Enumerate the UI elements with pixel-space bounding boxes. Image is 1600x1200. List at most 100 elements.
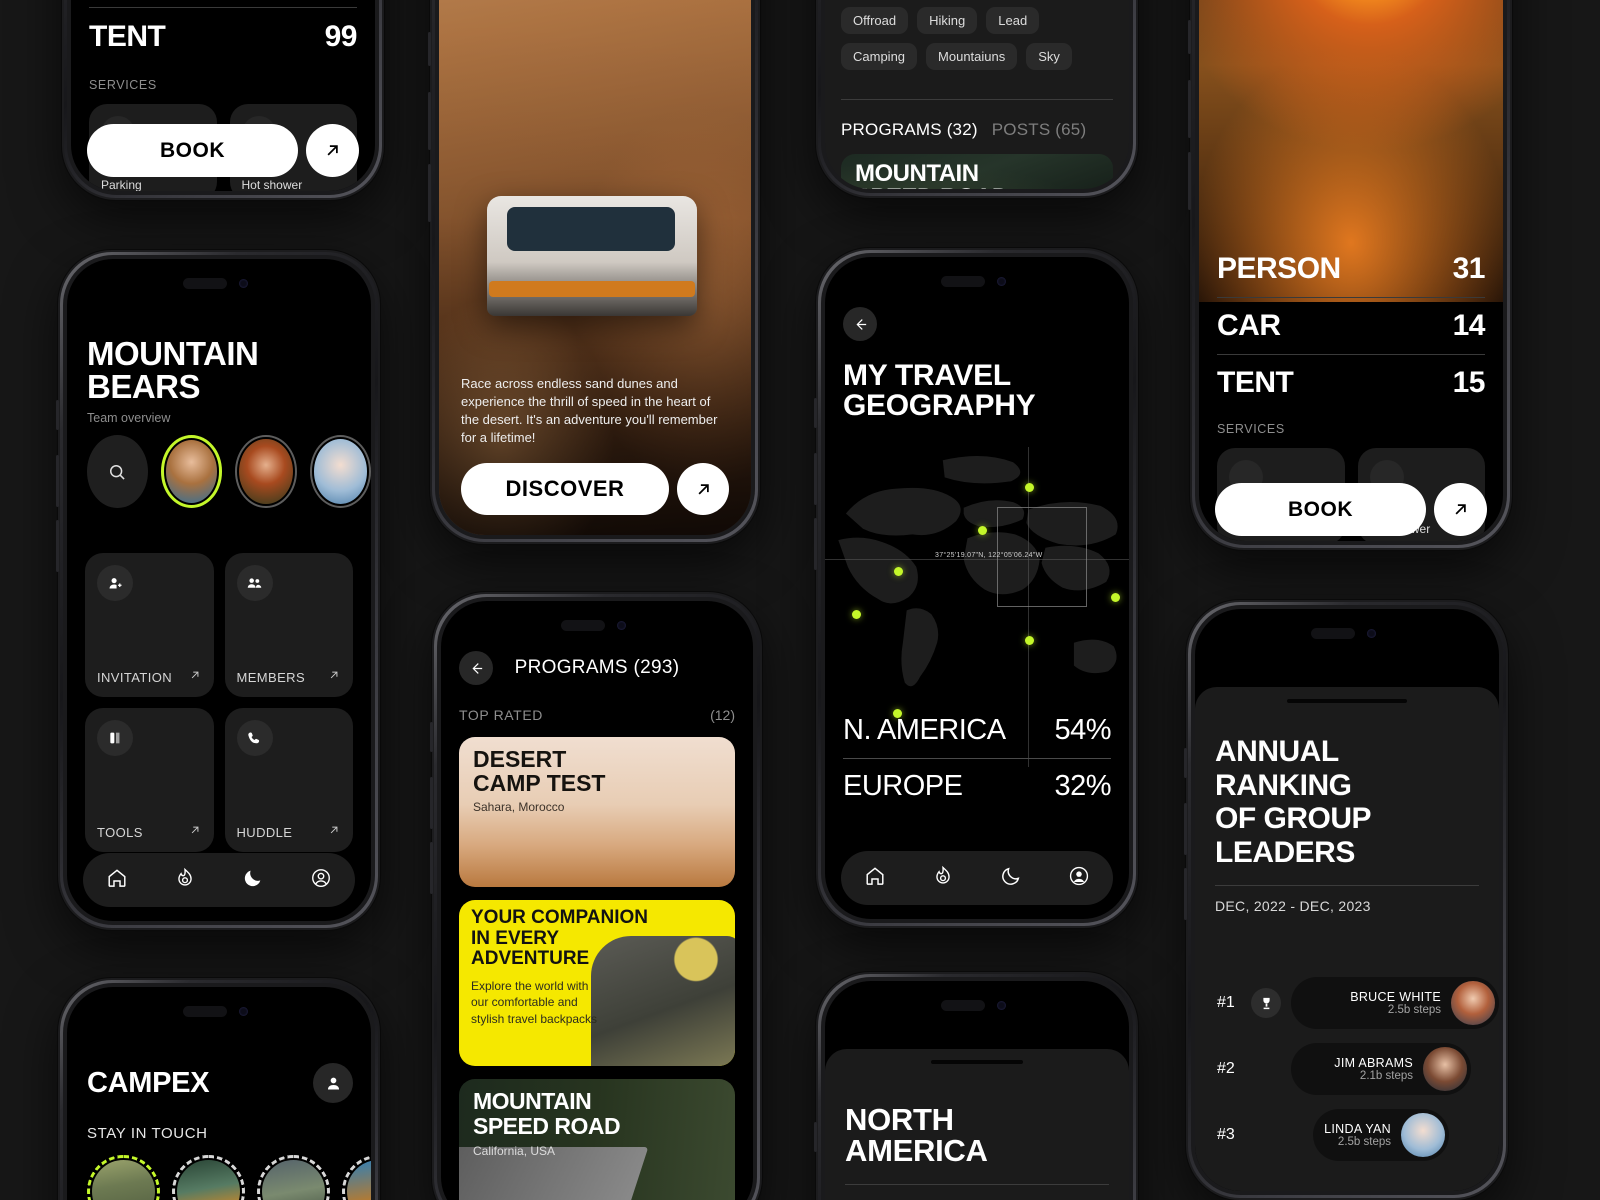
divider bbox=[1217, 297, 1485, 298]
tile-tools[interactable]: TOOLS bbox=[85, 708, 214, 852]
dynamic-island bbox=[934, 992, 1020, 1018]
title-line-3: OF GROUP bbox=[1215, 802, 1372, 836]
map-dot[interactable] bbox=[1025, 483, 1034, 492]
side-button[interactable] bbox=[430, 722, 433, 752]
side-button[interactable] bbox=[1184, 748, 1187, 778]
discover-button[interactable]: DISCOVER bbox=[461, 463, 669, 515]
nav-profile-icon[interactable] bbox=[1068, 865, 1090, 892]
nav-moon-icon[interactable] bbox=[1000, 865, 1022, 892]
arrow-up-right-icon bbox=[327, 823, 341, 842]
stat-value: 31 bbox=[1452, 252, 1486, 285]
section-header: TOP RATED (12) bbox=[459, 707, 735, 723]
volume-down-button[interactable] bbox=[428, 164, 431, 222]
volume-up-button[interactable] bbox=[56, 455, 59, 507]
nav-fire-icon[interactable] bbox=[932, 865, 954, 892]
screen-north-america: NORTH AMERICA 37°25'19.07"N, 122°05'06.2… bbox=[825, 981, 1129, 1200]
arrow-up-right-icon[interactable] bbox=[1434, 483, 1487, 536]
person-add-icon bbox=[97, 565, 133, 601]
card-title-line-2: IN EVERY bbox=[471, 927, 559, 949]
map-dot[interactable] bbox=[1025, 636, 1034, 645]
map-dot[interactable] bbox=[852, 610, 861, 619]
leader-pill[interactable]: BRUCE WHITE 2.5b steps bbox=[1291, 977, 1499, 1029]
campex-header: CAMPEX bbox=[87, 1063, 353, 1103]
mockup-canvas: TENT 99 SERVICES Parking Hot shower BOOK… bbox=[0, 0, 1600, 1200]
volume-up-button[interactable] bbox=[428, 92, 431, 150]
nav-fire-icon[interactable] bbox=[174, 867, 196, 894]
ranking-row[interactable]: #2 JIM ABRAMS 2.1b steps bbox=[1195, 1039, 1499, 1099]
tag-chip[interactable]: Camping bbox=[841, 43, 918, 70]
program-card-backpack-ad[interactable]: YOUR COMPANION IN EVERY ADVENTURE Explor… bbox=[459, 900, 735, 1066]
back-button[interactable] bbox=[843, 307, 877, 341]
volume-up-button[interactable] bbox=[1188, 80, 1191, 138]
tab-posts[interactable]: POSTS (65) bbox=[992, 120, 1087, 140]
tag-chip[interactable]: Mountaiuns bbox=[926, 43, 1018, 70]
arrow-up-right-icon[interactable] bbox=[677, 463, 729, 515]
story-item[interactable] bbox=[172, 1155, 245, 1200]
program-card-desert[interactable]: DESERT CAMP TEST Sahara, Morocco bbox=[459, 737, 735, 887]
ranking-row[interactable]: #1 BRUCE WHITE 2.5b steps bbox=[1195, 973, 1499, 1033]
phone-oasis-campsite: DESERT OASIS CAMPSITE Unique campsite in… bbox=[1188, 0, 1512, 550]
title-line-2: AMERICA bbox=[845, 1133, 988, 1168]
arrow-up-right-icon[interactable] bbox=[306, 124, 359, 177]
ranking-list: #1 BRUCE WHITE 2.5b steps #2 JIM ABRAMS … bbox=[1195, 973, 1499, 1165]
side-button[interactable] bbox=[56, 400, 59, 430]
volume-down-button[interactable] bbox=[1184, 868, 1187, 920]
volume-up-button[interactable] bbox=[430, 777, 433, 829]
book-button[interactable]: BOOK bbox=[87, 124, 298, 177]
side-button[interactable] bbox=[814, 398, 817, 428]
program-card[interactable]: MOUNTAIN SPEED ROAD bbox=[841, 154, 1113, 189]
side-button[interactable] bbox=[814, 1122, 817, 1152]
nav-home-icon[interactable] bbox=[106, 867, 128, 894]
avatar[interactable] bbox=[160, 435, 223, 508]
tools-icon bbox=[97, 720, 133, 756]
program-card-mountain[interactable]: MOUNTAIN SPEED ROAD California, USA bbox=[459, 1079, 735, 1200]
geo-label: EUROPE bbox=[843, 770, 963, 802]
stat-label: TENT bbox=[1217, 366, 1294, 399]
nav-profile-icon[interactable] bbox=[310, 867, 332, 894]
tab-programs[interactable]: PROGRAMS (32) bbox=[841, 120, 978, 140]
section-count: (12) bbox=[710, 707, 735, 723]
volume-down-button[interactable] bbox=[1188, 152, 1191, 210]
sheet-panel: NORTH AMERICA 37°25'19.07"N, 122°05'06.2… bbox=[825, 1049, 1129, 1200]
volume-down-button[interactable] bbox=[430, 842, 433, 894]
nav-home-icon[interactable] bbox=[864, 865, 886, 892]
side-button[interactable] bbox=[428, 32, 431, 66]
volume-down-button[interactable] bbox=[814, 518, 817, 570]
tag-chip[interactable]: Sky bbox=[1026, 43, 1072, 70]
nav-moon-icon[interactable] bbox=[242, 867, 264, 894]
screen-campsite-stats: TENT 99 SERVICES Parking Hot shower BOOK bbox=[71, 0, 375, 191]
stories-row bbox=[87, 1155, 371, 1200]
map-dot[interactable] bbox=[894, 567, 903, 576]
book-button[interactable]: BOOK bbox=[1215, 483, 1426, 536]
leader-pill[interactable]: LINDA YAN 2.5b steps bbox=[1313, 1109, 1449, 1161]
story-item[interactable] bbox=[257, 1155, 330, 1200]
section-label: STAY IN TOUCH bbox=[87, 1125, 208, 1142]
avatar bbox=[1423, 1047, 1467, 1091]
tile-invitation[interactable]: INVITATION bbox=[85, 553, 214, 697]
tile-members[interactable]: MEMBERS bbox=[224, 553, 353, 697]
volume-down-button[interactable] bbox=[56, 520, 59, 572]
phone-desert-safari: DESERT SAFARI Feel the speed and adrenal… bbox=[428, 0, 760, 544]
tag-chip[interactable]: Offroad bbox=[841, 7, 909, 34]
map-dot[interactable] bbox=[978, 526, 987, 535]
ranking-row[interactable]: #3 LINDA YAN 2.5b steps bbox=[1195, 1105, 1499, 1165]
leader-pill[interactable]: JIM ABRAMS 2.1b steps bbox=[1291, 1043, 1471, 1095]
tile-label: MEMBERS bbox=[236, 670, 306, 685]
quick-action-grid: INVITATION MEMBERS TOOLS HUDDLE bbox=[85, 553, 353, 852]
avatar[interactable] bbox=[309, 435, 371, 508]
stat-value: 99 bbox=[324, 20, 358, 53]
tag-chip[interactable]: Hiking bbox=[917, 7, 978, 34]
map-dot[interactable] bbox=[1111, 593, 1120, 602]
story-item[interactable] bbox=[87, 1155, 160, 1200]
tile-huddle[interactable]: HUDDLE bbox=[224, 708, 353, 852]
avatar[interactable] bbox=[235, 435, 297, 508]
divider bbox=[843, 758, 1111, 759]
tag-chip[interactable]: Lead bbox=[986, 7, 1040, 34]
volume-up-button[interactable] bbox=[1184, 803, 1187, 855]
volume-up-button[interactable] bbox=[814, 453, 817, 505]
story-item[interactable] bbox=[342, 1155, 371, 1200]
profile-icon[interactable] bbox=[313, 1063, 353, 1103]
title-line-1: MY TRAVEL bbox=[843, 359, 1011, 392]
search-icon[interactable] bbox=[87, 435, 148, 508]
side-button[interactable] bbox=[1188, 20, 1191, 54]
